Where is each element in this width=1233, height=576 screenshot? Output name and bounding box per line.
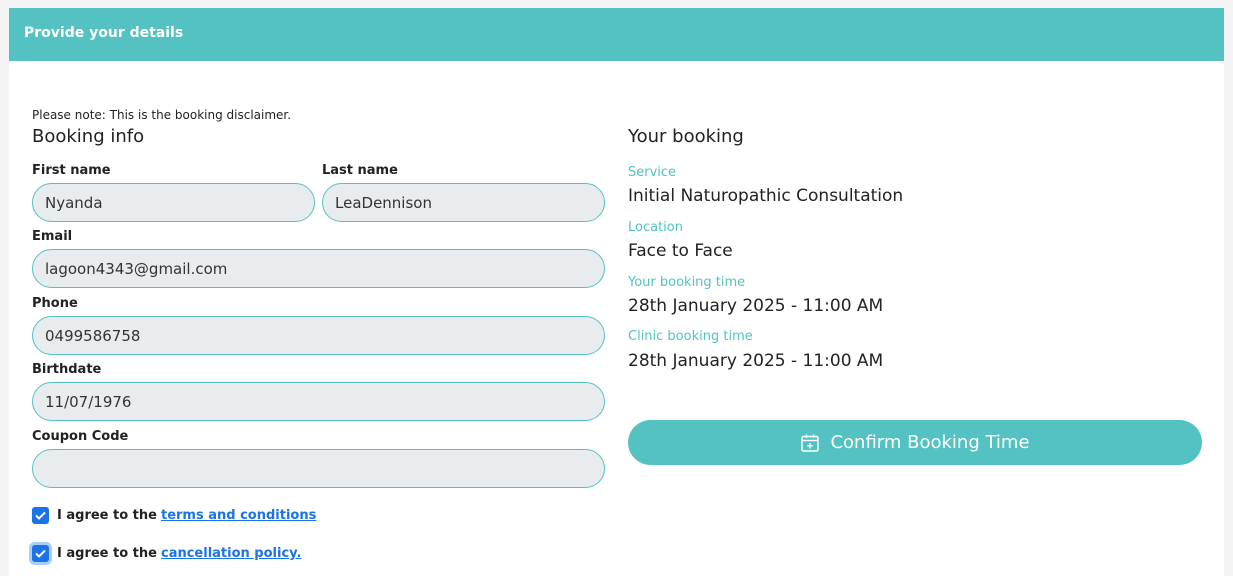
terms-link[interactable]: terms and conditions — [161, 508, 316, 523]
booking-info-title: Booking info — [32, 126, 145, 147]
booking-disclaimer: Please note: This is the booking disclai… — [32, 108, 292, 122]
birthdate-field[interactable] — [32, 382, 605, 421]
confirm-booking-label: Confirm Booking Time — [830, 432, 1030, 453]
phone-label: Phone — [32, 296, 78, 311]
last-name-label: Last name — [322, 163, 398, 178]
check-icon — [35, 549, 46, 558]
terms-checkbox[interactable] — [32, 507, 49, 524]
service-label: Service — [628, 165, 677, 180]
clinic-time-value: 28th January 2025 - 11:00 AM — [628, 351, 884, 371]
terms-prefix: I agree to the — [57, 508, 157, 523]
first-name-input[interactable] — [32, 183, 315, 222]
coupon-code-field[interactable] — [32, 449, 605, 488]
first-name-label: First name — [32, 163, 111, 178]
check-icon — [35, 511, 46, 520]
last-name-input[interactable] — [322, 183, 605, 222]
cancellation-agreement: I agree to the cancellation policy. — [32, 545, 301, 562]
booking-time-value: 28th January 2025 - 11:00 AM — [628, 296, 884, 316]
card-header: Provide your details — [9, 8, 1224, 61]
confirm-booking-button[interactable]: Confirm Booking Time — [628, 420, 1202, 465]
your-booking-title: Your booking — [628, 126, 744, 147]
cancellation-checkbox[interactable] — [32, 545, 49, 562]
clinic-time-label: Clinic booking time — [628, 329, 753, 344]
cancellation-prefix: I agree to the — [57, 546, 157, 561]
service-value: Initial Naturopathic Consultation — [628, 186, 904, 206]
location-value: Face to Face — [628, 241, 733, 261]
coupon-code-label: Coupon Code — [32, 429, 129, 444]
email-field[interactable] — [32, 249, 605, 288]
terms-agreement: I agree to the terms and conditions — [32, 507, 316, 524]
location-label: Location — [628, 220, 683, 235]
cancellation-link[interactable]: cancellation policy. — [161, 546, 301, 561]
booking-card: Provide your details Please note: This i… — [9, 8, 1224, 576]
phone-field[interactable] — [32, 316, 605, 355]
page-title: Provide your details — [24, 25, 184, 41]
birthdate-label: Birthdate — [32, 362, 102, 377]
booking-time-label: Your booking time — [628, 275, 746, 290]
email-label: Email — [32, 229, 73, 244]
calendar-plus-icon — [800, 433, 820, 453]
